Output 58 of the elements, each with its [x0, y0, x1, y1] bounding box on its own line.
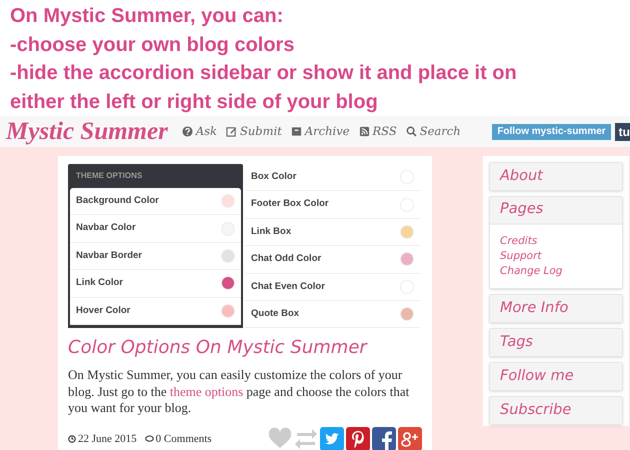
theme-options-link[interactable]: theme options	[170, 384, 244, 399]
reblog-icon[interactable]	[294, 426, 318, 450]
tumblr-button[interactable]: tu	[614, 122, 630, 140]
color-swatch[interactable]	[221, 304, 235, 318]
option-label: Footer Box Color	[251, 197, 329, 212]
post-title[interactable]: Color Options On Mystic Summer	[68, 334, 422, 362]
color-swatch[interactable]	[221, 248, 235, 263]
color-swatch[interactable]	[400, 224, 414, 239]
nav-link[interactable]: Search	[406, 122, 461, 140]
nav-link[interactable]: Archive	[290, 122, 350, 140]
nav-link[interactable]: Ask	[182, 122, 218, 140]
panel-header: THEME OPTIONS	[75, 170, 144, 182]
facebook-icon[interactable]	[372, 426, 396, 450]
caption-line: either the left or right side of your blog	[10, 90, 379, 114]
rss-icon	[358, 126, 370, 137]
blog-logo[interactable]: Mystic Summer	[6, 112, 168, 150]
heart-icon[interactable]	[268, 426, 292, 450]
accordion-header[interactable]: About	[490, 163, 622, 190]
page-link[interactable]: Support	[500, 249, 612, 264]
option-label: Background Color	[76, 194, 159, 208]
nav-link[interactable]: RSS	[358, 122, 397, 140]
page-link[interactable]: Credits	[500, 234, 612, 249]
search-icon	[406, 126, 417, 137]
color-swatch[interactable]	[221, 194, 235, 208]
accordion-header[interactable]: Follow me	[490, 363, 622, 390]
caption-line: On Mystic Summer, you can:	[10, 4, 284, 29]
google-plus-icon[interactable]	[398, 426, 422, 450]
twitter-icon[interactable]	[320, 426, 344, 450]
comment-icon	[144, 434, 154, 443]
option-label: Link Box	[251, 224, 292, 239]
option-label: Box Color	[251, 170, 296, 184]
option-label: Quote Box	[251, 307, 300, 322]
post-date: 22 June 2015	[68, 430, 137, 448]
follow-button[interactable]: Follow mystic-summer	[492, 124, 611, 140]
option-label: Navbar Color	[76, 221, 136, 236]
comments-link[interactable]: 0 Comments	[144, 430, 212, 448]
option-label: Navbar Border	[76, 248, 142, 263]
option-label: Hover Color	[76, 304, 130, 318]
option-label: Chat Odd Color	[251, 252, 322, 266]
question-icon	[182, 126, 193, 137]
color-swatch[interactable]	[221, 276, 235, 290]
archive-icon	[290, 126, 302, 137]
accordion-header[interactable]: More Info	[490, 295, 622, 322]
caption-line: -choose your own blog colors	[10, 32, 296, 58]
option-label: Link Color	[76, 276, 123, 290]
edit-icon	[226, 126, 238, 137]
nav-link[interactable]: Submit	[226, 122, 282, 140]
caption-line: -hide the accordion sidebar or show it and place it on	[10, 61, 518, 86]
option-label: Chat Even Color	[251, 280, 325, 294]
accordion-header[interactable]: Pages	[490, 197, 622, 224]
post-body: On Mystic Summer, you can easily customize the colors of your blog. Just go to the theme options page and choose the colors that you want for your blog.	[68, 367, 410, 417]
clock-icon	[68, 434, 76, 443]
color-swatch[interactable]	[400, 307, 414, 322]
color-swatch[interactable]	[400, 252, 414, 266]
accordion-header[interactable]: Subscribe	[490, 397, 622, 424]
pinterest-icon[interactable]	[346, 426, 370, 450]
page-link[interactable]: Change Log	[500, 264, 612, 279]
accordion-header[interactable]: Tags	[490, 329, 622, 356]
